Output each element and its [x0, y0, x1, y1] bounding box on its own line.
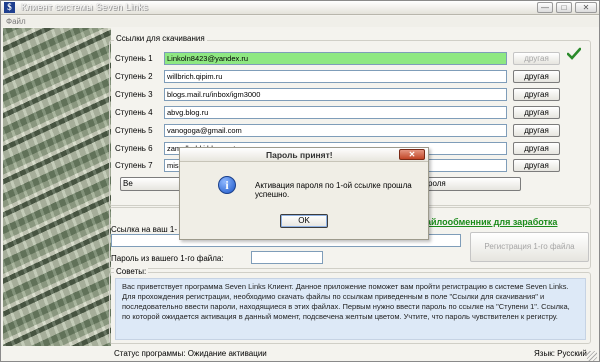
password-input[interactable] — [251, 251, 323, 264]
dialog-title: Пароль принят! — [266, 150, 333, 160]
register-file-button[interactable]: Регистрация 1-го файла — [470, 232, 589, 262]
close-button[interactable]: ✕ — [575, 2, 597, 13]
dollar-icon: $ — [4, 2, 15, 13]
step-4-other-button[interactable]: другая — [513, 106, 560, 119]
file-link-label: Ссылка на ваш 1- — [111, 225, 177, 234]
language-indicator: Язык: Русский — [534, 349, 587, 358]
step-7-label: Ступень 7 — [115, 161, 153, 170]
step-3-other-button[interactable]: другая — [513, 88, 560, 101]
checkmark-icon — [567, 47, 581, 60]
links-group-legend: Ссылки для скачивания — [114, 34, 207, 43]
step-6-label: Ступень 6 — [115, 144, 153, 153]
info-icon: i — [218, 176, 236, 194]
minimize-button[interactable]: — — [537, 2, 553, 13]
dialog-title-bar[interactable]: Пароль принят! ✕ — [180, 148, 428, 162]
file-host-link[interactable]: айлообменник для заработка — [426, 217, 557, 227]
step-1-label: Ступень 1 — [115, 54, 153, 63]
step-2-link-field[interactable]: willbrich.qipim.ru — [164, 70, 507, 83]
step-4-label: Ступень 4 — [115, 108, 153, 117]
maximize-button[interactable]: □ — [556, 2, 572, 13]
step-5-link-field[interactable]: vanogoga@gmail.com — [164, 124, 507, 137]
step-7-other-button[interactable]: другая — [513, 159, 560, 172]
menu-bar: Файл — [1, 16, 599, 27]
program-status: Статус программы: Ожидание активации — [114, 349, 267, 358]
dialog-close-button[interactable]: ✕ — [399, 149, 425, 160]
step-5-other-button[interactable]: другая — [513, 124, 560, 137]
menu-file[interactable]: Файл — [6, 17, 26, 26]
step-1-link-field[interactable]: Linkoln8423@yandex.ru — [164, 52, 507, 65]
step-3-label: Ступень 3 — [115, 90, 153, 99]
money-banner-image — [3, 28, 111, 346]
step-6-other-button[interactable]: другая — [513, 142, 560, 155]
step-4-link-field[interactable]: abvg.blog.ru — [164, 106, 507, 119]
title-bar[interactable]: $ Клиент системы Seven Links — □ ✕ — [1, 1, 599, 15]
password-accepted-dialog: Пароль принят! ✕ i Активация пароля по 1… — [179, 147, 429, 240]
dialog-ok-button[interactable]: OK — [280, 214, 328, 228]
password-label: Пароль из вашего 1-го файла: — [111, 254, 224, 263]
app-window: $ Клиент системы Seven Links — □ ✕ Файл … — [0, 0, 600, 362]
step-2-other-button[interactable]: другая — [513, 70, 560, 83]
dialog-message: Активация пароля по 1-ой ссылке прошла у… — [255, 181, 412, 199]
step-1-other-button[interactable]: другая — [513, 52, 560, 65]
resize-grip[interactable] — [587, 351, 597, 361]
advice-legend: Советы: — [114, 267, 149, 276]
window-title: Клиент системы Seven Links — [21, 2, 149, 12]
step-3-link-field[interactable]: blogs.mail.ru/inbox/igm3000 — [164, 88, 507, 101]
step-2-label: Ступень 2 — [115, 72, 153, 81]
step-5-label: Ступень 5 — [115, 126, 153, 135]
advice-text: Вас приветствует программа Seven Links К… — [115, 278, 586, 340]
